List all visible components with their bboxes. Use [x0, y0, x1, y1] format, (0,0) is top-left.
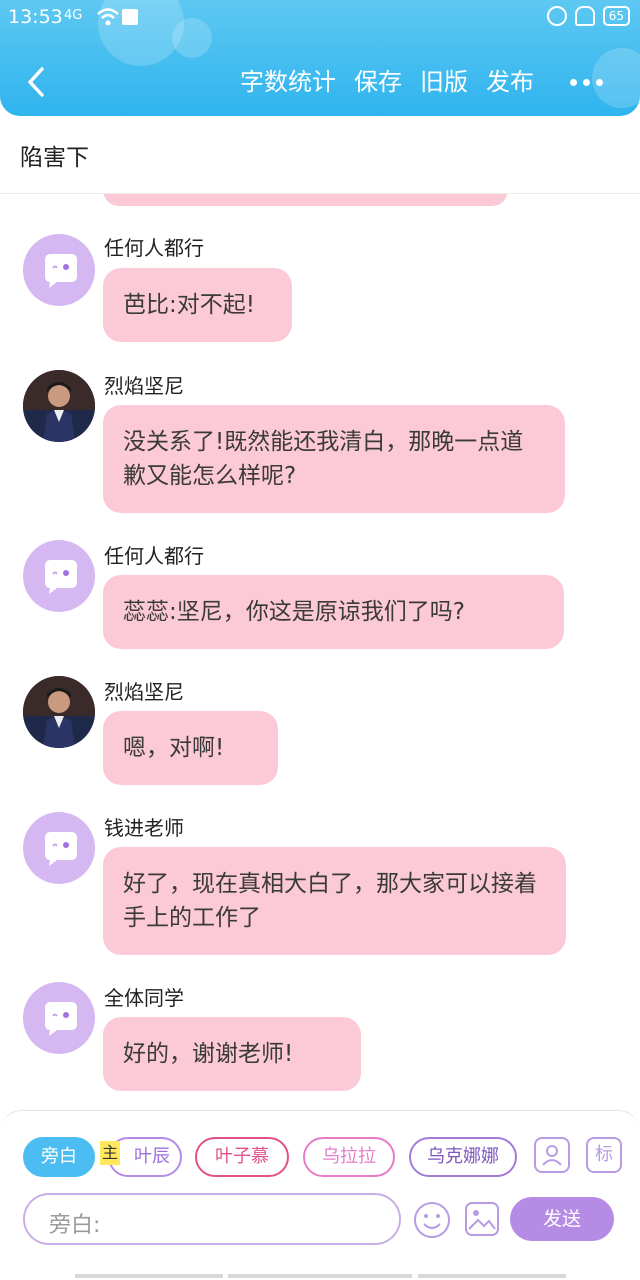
sender-name: 烈焰坚尼: [104, 374, 184, 398]
app-header: 13:53 4G 65 字数统计 保存 旧版 发布: [0, 0, 640, 116]
toolbar-actions: 字数统计 保存 旧版 发布: [240, 64, 534, 100]
role-chip-narrator[interactable]: 旁白: [23, 1137, 95, 1177]
user-avatar-photo[interactable]: [23, 676, 95, 748]
composer-panel: 旁白 叶辰 主 叶子慕 乌拉拉 乌克娜娜 标 旁白: 发送: [0, 1110, 640, 1256]
screen: 13:53 4G 65 字数统计 保存 旧版 发布 陷害下 任何人都行 芭比:对…: [0, 0, 640, 1280]
role-chip-label: 叶辰: [134, 1146, 170, 1167]
message-bubble[interactable]: 没关系了!既然能还我清白，那晚一点道歉又能怎么样呢?: [103, 405, 565, 513]
word-count-button[interactable]: 字数统计: [240, 64, 336, 100]
system-nav-bar: [0, 1256, 640, 1280]
publish-button[interactable]: 发布: [486, 64, 534, 100]
tag-button[interactable]: 标: [586, 1137, 622, 1173]
user-avatar-photo[interactable]: [23, 370, 95, 442]
status-icons: 65: [546, 6, 630, 26]
nav-indicator: [418, 1274, 566, 1278]
sender-name: 任何人都行: [104, 236, 204, 260]
headset-icon: [574, 6, 595, 26]
message-list[interactable]: 任何人都行 芭比:对不起! 烈焰坚尼 没关系了!既然能还我清白，那晚一点道歉又能…: [0, 194, 640, 1110]
message-bubble[interactable]: 嗯，对啊!: [103, 711, 278, 785]
save-button[interactable]: 保存: [354, 64, 402, 100]
chapter-title: 陷害下: [20, 145, 89, 171]
default-avatar-icon[interactable]: [23, 234, 95, 306]
role-manage-icon[interactable]: [534, 1137, 570, 1173]
sender-name: 任何人都行: [104, 544, 204, 568]
app-status-icon: [546, 6, 567, 26]
sender-name: 钱进老师: [104, 816, 184, 840]
sender-name: 全体同学: [104, 986, 184, 1010]
more-icon[interactable]: [570, 68, 610, 96]
main-role-tag: 主: [100, 1141, 120, 1165]
nav-indicator: [228, 1274, 412, 1278]
message-bubble[interactable]: 蕊蕊:坚尼，你这是原谅我们了吗?: [103, 575, 564, 649]
message-input-placeholder: 旁白:: [49, 1213, 101, 1238]
role-chip-ye-zimu[interactable]: 叶子慕: [195, 1137, 289, 1177]
chapter-title-bar[interactable]: 陷害下: [0, 116, 640, 194]
role-chip-wu-lala[interactable]: 乌拉拉: [303, 1137, 395, 1177]
wifi-icon: [96, 6, 154, 32]
default-avatar-icon[interactable]: [23, 982, 95, 1054]
emoji-icon[interactable]: [413, 1201, 451, 1239]
sender-name: 烈焰坚尼: [104, 680, 184, 704]
status-bar: 13:53 4G 65: [0, 0, 640, 34]
role-chip-wukenana[interactable]: 乌克娜娜: [409, 1137, 517, 1177]
image-icon[interactable]: [464, 1201, 500, 1237]
message-bubble[interactable]: 好的，谢谢老师!: [103, 1017, 361, 1091]
toolbar: 字数统计 保存 旧版 发布: [0, 54, 640, 110]
message-bubble[interactable]: 芭比:对不起!: [103, 268, 292, 342]
message-bubble[interactable]: 好了，现在真相大白了，那大家可以接着手上的工作了: [103, 847, 566, 955]
message-bubble-partial: [103, 194, 508, 206]
default-avatar-icon[interactable]: [23, 540, 95, 612]
old-version-button[interactable]: 旧版: [420, 64, 468, 100]
battery-indicator: 65: [602, 6, 630, 26]
signal-icon: 4G: [64, 8, 83, 23]
status-time: 13:53: [8, 6, 63, 28]
send-button[interactable]: 发送: [510, 1197, 614, 1241]
default-avatar-icon[interactable]: [23, 812, 95, 884]
nav-indicator: [75, 1274, 223, 1278]
back-icon[interactable]: [22, 64, 50, 100]
message-input[interactable]: 旁白:: [23, 1193, 401, 1245]
